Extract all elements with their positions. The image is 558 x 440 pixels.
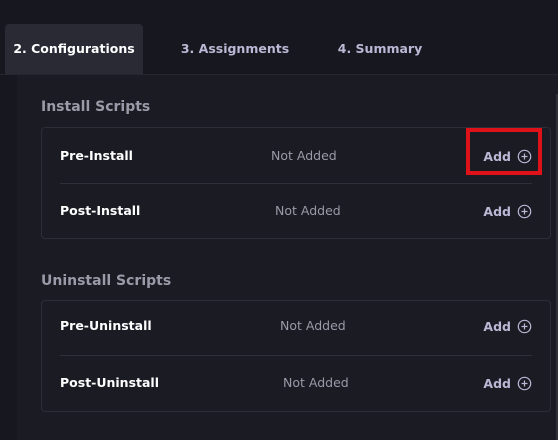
post-install-add-button[interactable]: Add bbox=[483, 201, 532, 221]
tab-assignments[interactable]: 3. Assignments bbox=[168, 24, 302, 74]
pre-uninstall-status: Not Added bbox=[280, 318, 346, 333]
post-uninstall-row: Post-Uninstall Not Added Add bbox=[42, 355, 550, 411]
add-label: Add bbox=[483, 375, 511, 391]
add-label: Add bbox=[483, 203, 511, 219]
plus-circle-icon bbox=[517, 376, 532, 390]
uninstall-scripts-card: Pre-Uninstall Not Added Add Post-Uninsta… bbox=[41, 300, 551, 412]
post-uninstall-label: Post-Uninstall bbox=[60, 375, 160, 390]
pre-install-status: Not Added bbox=[271, 148, 337, 163]
pre-uninstall-label: Pre-Uninstall bbox=[60, 318, 152, 333]
plus-circle-icon bbox=[517, 204, 532, 218]
post-install-status: Not Added bbox=[275, 203, 341, 218]
install-scripts-title: Install Scripts bbox=[41, 99, 151, 115]
highlight-box bbox=[466, 128, 542, 175]
uninstall-scripts-title: Uninstall Scripts bbox=[41, 273, 172, 289]
plus-circle-icon bbox=[517, 319, 532, 333]
add-label: Add bbox=[483, 318, 511, 334]
post-install-row: Post-Install Not Added Add bbox=[42, 183, 550, 239]
wizard-tab-bar: 2. Configurations 3. Assignments 4. Summ… bbox=[0, 0, 558, 74]
post-install-label: Post-Install bbox=[60, 203, 141, 218]
pre-uninstall-add-button[interactable]: Add bbox=[483, 316, 532, 336]
tab-summary[interactable]: 4. Summary bbox=[320, 24, 440, 74]
post-uninstall-status: Not Added bbox=[283, 375, 349, 390]
pre-uninstall-row: Pre-Uninstall Not Added Add bbox=[42, 298, 550, 354]
post-uninstall-add-button[interactable]: Add bbox=[483, 373, 532, 393]
tab-configurations[interactable]: 2. Configurations bbox=[5, 24, 143, 74]
pre-install-label: Pre-Install bbox=[60, 148, 133, 163]
